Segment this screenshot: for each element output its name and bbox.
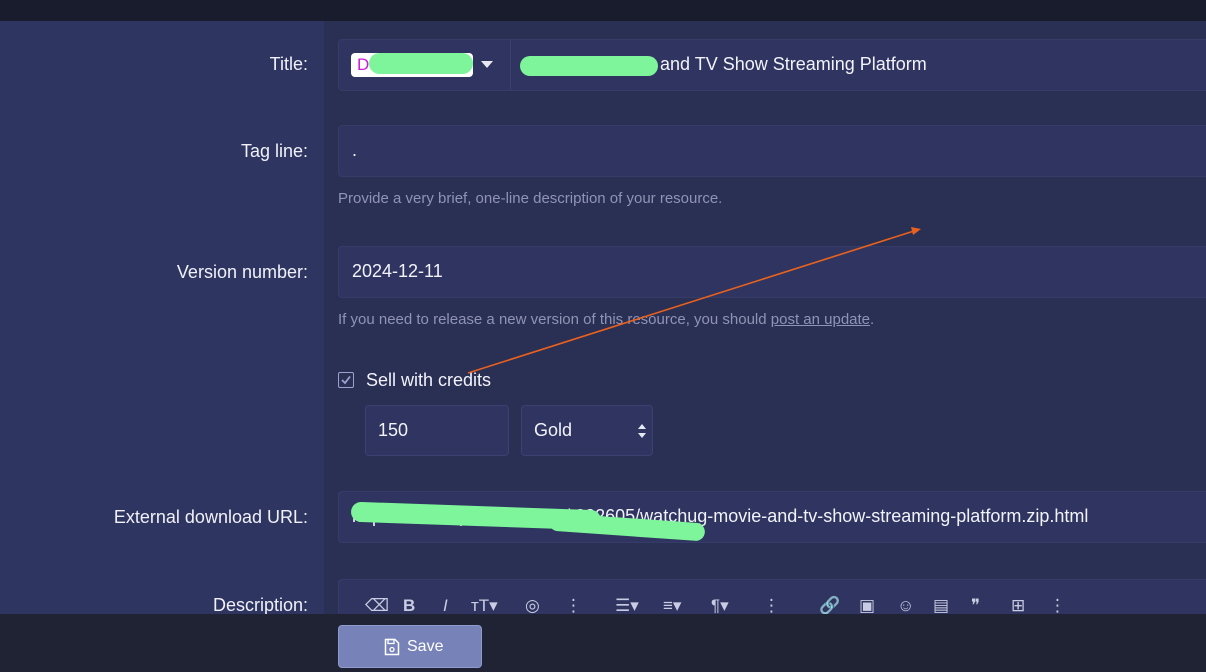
form-footer: Save: [0, 614, 1206, 672]
annotation-arrow: [467, 227, 921, 374]
save-button[interactable]: Save: [338, 625, 482, 668]
save-icon: [384, 638, 400, 656]
save-button-label: Save: [407, 638, 444, 655]
